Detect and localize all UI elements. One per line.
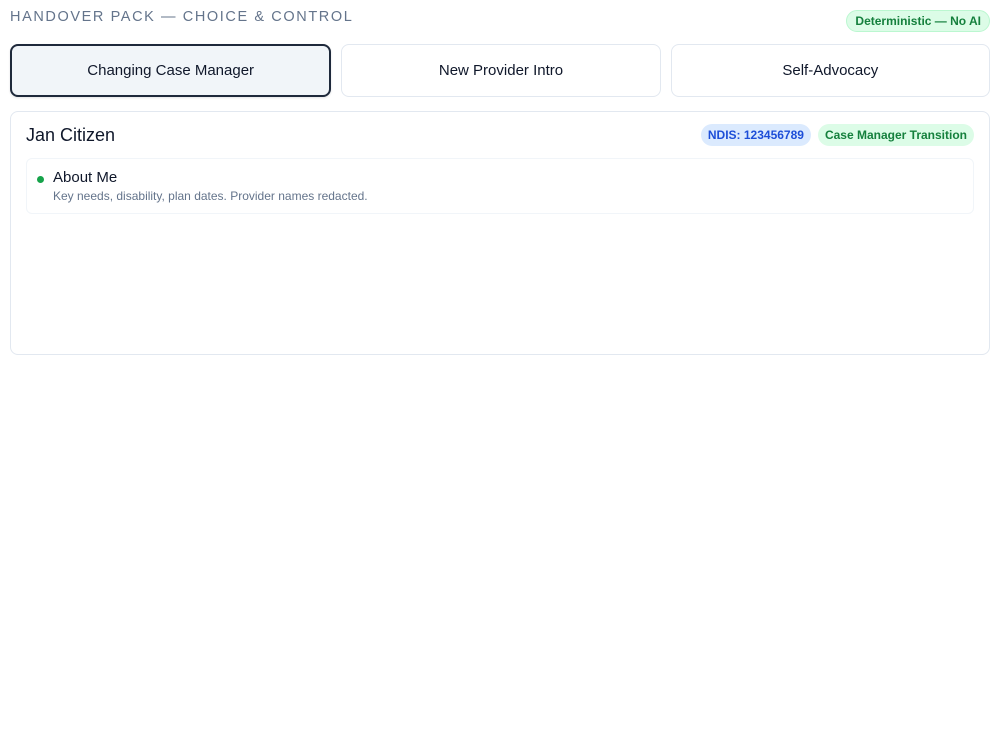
participant-name: Jan Citizen	[26, 124, 116, 145]
status-badge: Case Manager Transition	[817, 124, 974, 146]
page-header: HANDOVER PACK — CHOICE & CONTROL Determi…	[10, 0, 990, 44]
template-tabs: Changing Case Manager New Provider Intro…	[10, 44, 990, 97]
page-title: HANDOVER PACK — CHOICE & CONTROL	[10, 9, 354, 25]
handover-card: Jan Citizen NDIS: 123456789 Case Manager…	[10, 111, 990, 355]
tab-changing-case-manager[interactable]: Changing Case Manager	[10, 44, 332, 97]
tab-new-provider-intro[interactable]: New Provider Intro	[341, 44, 661, 97]
tab-self-advocacy[interactable]: Self-Advocacy	[670, 44, 990, 97]
section-about-me[interactable]: About Me Key needs, disability, plan dat…	[26, 158, 974, 214]
section-title: About Me	[53, 169, 118, 186]
handover-pack-page: HANDOVER PACK — CHOICE & CONTROL Determi…	[0, 0, 1000, 742]
mode-badge: Deterministic — No AI	[846, 10, 990, 32]
section-description: Key needs, disability, plan dates. Provi…	[53, 189, 368, 203]
status-dot-icon	[37, 176, 44, 183]
card-badges: NDIS: 123456789 Case Manager Transition	[700, 124, 974, 146]
card-header: Jan Citizen NDIS: 123456789 Case Manager…	[26, 112, 974, 158]
section-text: About Me Key needs, disability, plan dat…	[53, 169, 368, 204]
ndis-badge: NDIS: 123456789	[700, 124, 811, 146]
